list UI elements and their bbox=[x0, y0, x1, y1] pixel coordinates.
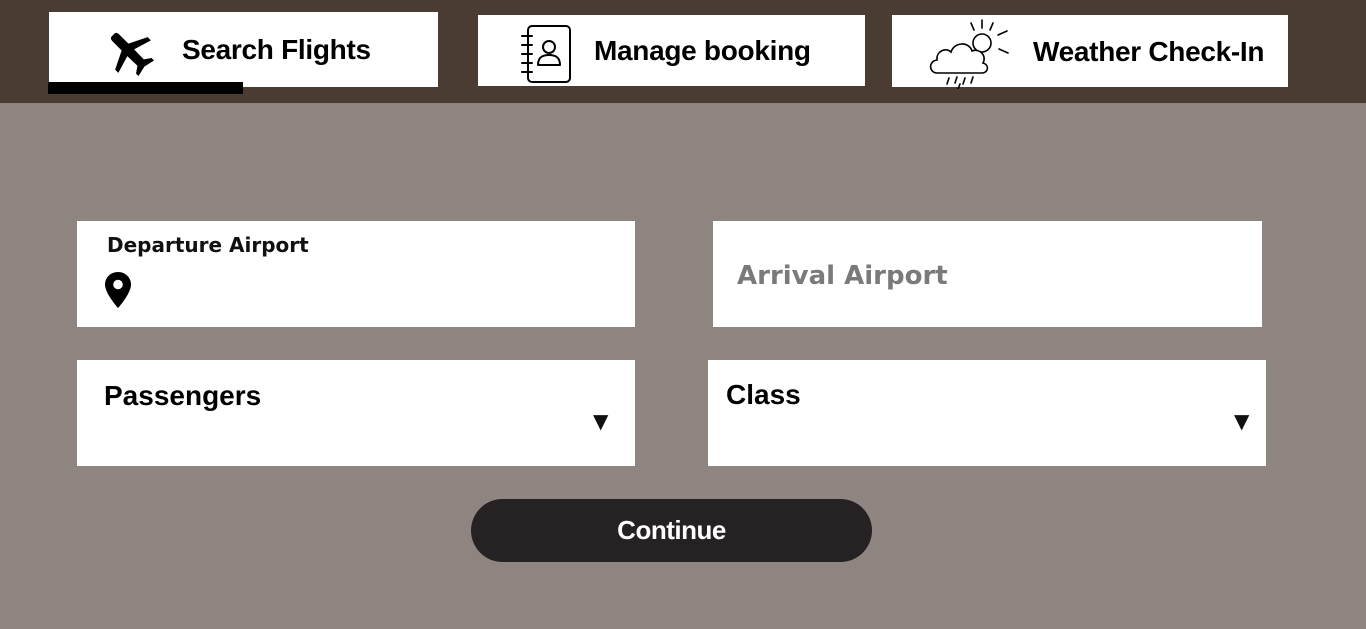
airplane-icon bbox=[104, 26, 156, 78]
arrival-airport-field[interactable] bbox=[713, 221, 1262, 327]
arrival-airport-input[interactable] bbox=[735, 255, 1239, 297]
tab-weather-check-in[interactable]: Weather Check-In bbox=[892, 15, 1288, 90]
cloud-rain-sun-icon bbox=[927, 17, 1013, 90]
departure-airport-label: Departure Airport bbox=[107, 233, 309, 257]
tab-label: Weather Check-In bbox=[1033, 36, 1265, 67]
departure-airport-field[interactable]: Departure Airport bbox=[77, 221, 635, 327]
chevron-down-icon: ▼ bbox=[593, 409, 609, 433]
tab-manage-booking[interactable]: Manage booking bbox=[478, 15, 865, 86]
location-pin-icon bbox=[104, 271, 132, 309]
passengers-label: Passengers bbox=[104, 380, 262, 411]
tab-search-flights[interactable]: Search Flights bbox=[49, 12, 438, 87]
class-select[interactable]: Class ▼ bbox=[708, 360, 1266, 466]
passengers-select[interactable]: Passengers ▼ bbox=[77, 360, 635, 466]
chevron-down-icon: ▼ bbox=[1234, 409, 1250, 433]
class-label: Class bbox=[726, 379, 801, 410]
tab-label: Manage booking bbox=[594, 35, 811, 66]
tab-label: Search Flights bbox=[182, 34, 371, 65]
continue-button[interactable]: Continue bbox=[471, 499, 872, 562]
active-tab-indicator bbox=[48, 82, 243, 94]
address-book-icon bbox=[519, 24, 573, 84]
departure-airport-input[interactable] bbox=[139, 275, 613, 307]
